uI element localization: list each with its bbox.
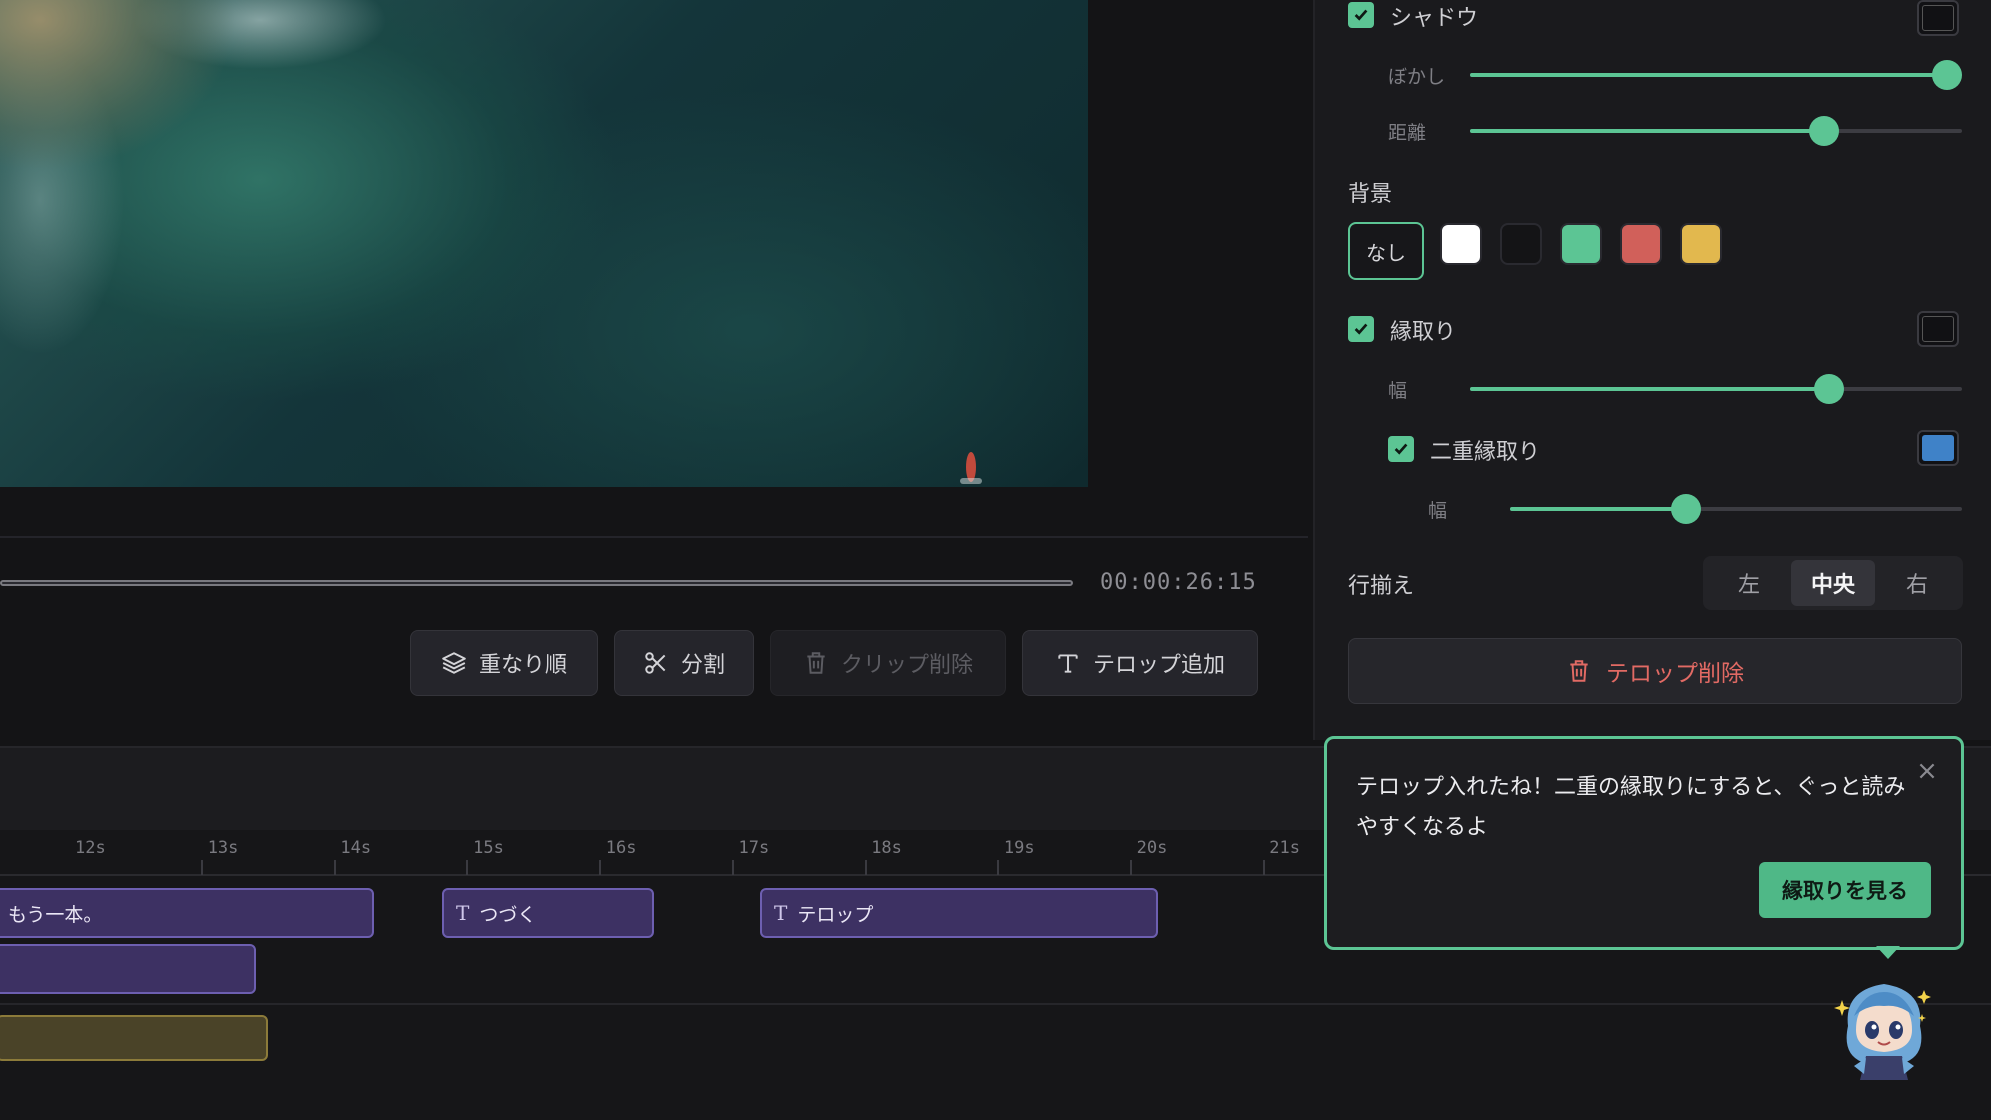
shadow-blur-label: ぼかし [1388, 66, 1446, 88]
ruler-tick [599, 860, 602, 875]
outline-label: 縁取り [1390, 320, 1457, 345]
ruler-tick [333, 860, 336, 875]
ruler-tick [1262, 860, 1265, 875]
delete-clip-label: クリップ削除 [840, 653, 973, 678]
ruler-label: 12s [75, 838, 106, 858]
audio-clip[interactable] [0, 1015, 268, 1061]
outline-width-label: 幅 [1388, 380, 1408, 402]
shadow-blur-slider[interactable] [1470, 60, 1963, 90]
outline-checkbox[interactable] [1348, 316, 1374, 342]
delete-telop-label: テロップ削除 [1606, 661, 1744, 687]
telop-settings-panel [1313, 0, 1991, 740]
clip-label: つづく [479, 903, 537, 926]
text-icon: T [456, 901, 470, 925]
slider-fill [1470, 387, 1830, 391]
trash-icon [1570, 660, 1588, 682]
shadow-checkbox[interactable] [1348, 2, 1374, 28]
align-center-button[interactable]: 中央 [1791, 560, 1875, 606]
telop-clip-1[interactable]: もう一本。 [0, 888, 374, 938]
slider-fill [1510, 507, 1687, 511]
delete-telop-button[interactable]: テロップ削除 [1348, 638, 1962, 704]
delete-clip-button[interactable]: クリップ削除 [770, 630, 1006, 696]
align-left-button[interactable]: 左 [1707, 560, 1791, 606]
double-outline-color-swatch [1922, 435, 1954, 461]
split-button[interactable]: 分割 [614, 630, 754, 696]
scissors-icon [645, 652, 666, 674]
align-segmented-control: 左 中央 右 [1703, 556, 1963, 610]
timecode-display: 00:00:26:15 [1100, 570, 1257, 595]
add-telop-button[interactable]: テロップ追加 [1022, 630, 1258, 696]
telop-clip-2[interactable]: T つづく [442, 888, 654, 938]
trash-icon [807, 652, 825, 674]
shadow-distance-label: 距離 [1388, 122, 1427, 144]
ruler-label: 19s [1003, 838, 1035, 858]
ruler-tick [201, 860, 203, 875]
clip-label: テロップ [797, 903, 874, 926]
background-label: 背景 [1348, 182, 1393, 207]
clip-label: もう一本。 [8, 903, 103, 926]
track-divider [0, 1003, 1991, 1005]
shadow-color-button[interactable] [1917, 0, 1959, 36]
check-icon [1354, 323, 1368, 335]
preview-area [0, 487, 1310, 537]
align-label: 行揃え [1348, 574, 1415, 599]
ruler-tick [731, 860, 734, 875]
ruler-label: 17s [738, 838, 770, 858]
split-label: 分割 [680, 653, 725, 678]
layer-order-label: 重なり順 [478, 653, 567, 678]
background-none-option[interactable]: なし [1348, 222, 1424, 280]
ruler-tick [864, 860, 867, 875]
text-icon: T [774, 901, 788, 925]
double-outline-width-slider[interactable] [1510, 494, 1962, 524]
telop-clip-continuation[interactable] [0, 944, 256, 994]
kayak-wake [960, 478, 982, 484]
preview-divider [0, 536, 1308, 538]
tooltip-message: テロップ入れたね！二重の縁取りにすると、ぐっと読みやすくなるよ [1356, 775, 1906, 840]
outline-color-swatch [1922, 316, 1954, 342]
background-color-swatch[interactable] [1560, 223, 1602, 265]
playback-scrubber[interactable] [0, 580, 1073, 586]
telop-clip-3[interactable]: T テロップ [760, 888, 1158, 938]
view-outline-button[interactable]: 縁取りを見る [1759, 862, 1931, 918]
slider-thumb[interactable] [1814, 374, 1845, 404]
shadow-distance-slider[interactable] [1470, 116, 1962, 146]
add-telop-label: テロップ追加 [1092, 653, 1225, 678]
ruler-label: 13s [207, 838, 239, 858]
shadow-label: シャドウ [1390, 6, 1479, 31]
layers-icon [442, 652, 466, 674]
ruler-tick [466, 860, 469, 875]
ruler-label: 21s [1269, 838, 1301, 858]
outline-width-slider[interactable] [1470, 374, 1962, 404]
video-preview [0, 0, 1088, 487]
check-icon [1394, 443, 1408, 455]
background-color-swatch[interactable] [1500, 223, 1542, 265]
text-icon [1058, 654, 1078, 673]
ruler-tick [1129, 860, 1132, 875]
double-outline-width-label: 幅 [1428, 500, 1448, 522]
double-outline-color-button[interactable] [1917, 430, 1959, 466]
double-outline-checkbox[interactable] [1388, 436, 1414, 462]
ruler-label: 14s [340, 838, 372, 858]
slider-fill [1470, 129, 1825, 133]
mascot-avatar[interactable] [1834, 970, 1934, 1088]
check-icon [1354, 9, 1368, 21]
double-outline-label: 二重縁取り [1430, 440, 1541, 465]
outline-color-button[interactable] [1917, 311, 1959, 347]
tooltip-arrow [1876, 946, 1900, 959]
background-color-swatch[interactable] [1620, 223, 1662, 265]
close-icon[interactable] [1916, 760, 1938, 782]
ruler-label: 18s [871, 838, 902, 858]
ruler-label: 15s [473, 838, 504, 858]
slider-fill [1470, 73, 1948, 77]
align-right-button[interactable]: 右 [1875, 560, 1959, 606]
layer-order-button[interactable]: 重なり順 [410, 630, 598, 696]
ruler-label: 16s [605, 838, 637, 858]
background-color-swatch[interactable] [1440, 223, 1482, 265]
ruler-tick [997, 860, 1000, 875]
background-color-swatch[interactable] [1680, 223, 1722, 265]
shadow-color-swatch [1922, 5, 1954, 31]
ruler-label: 20s [1136, 838, 1168, 858]
